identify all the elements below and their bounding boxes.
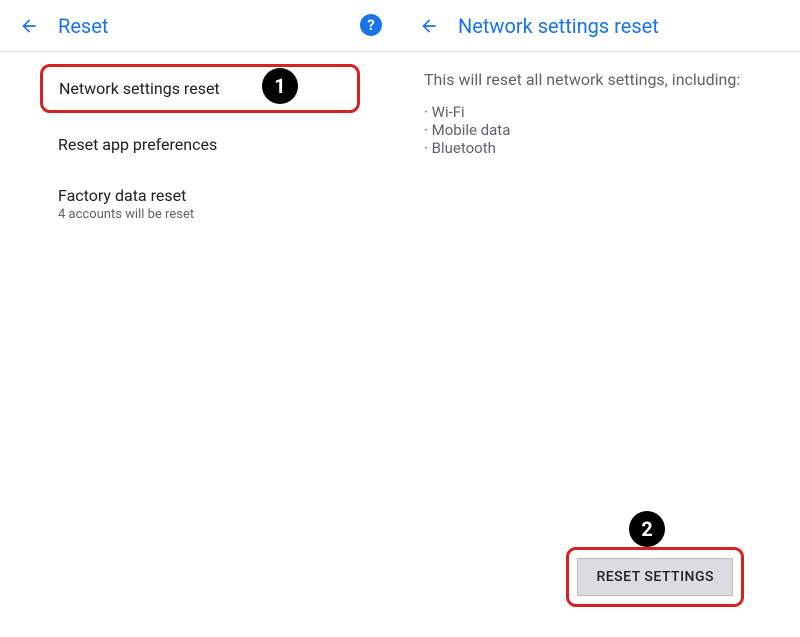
help-icon[interactable]: ? (360, 14, 382, 36)
page-title-left: Reset (58, 14, 108, 38)
page-title-right: Network settings reset (458, 14, 659, 38)
list-item-app-preferences[interactable]: Reset app preferences (0, 119, 400, 170)
right-header: Network settings reset (400, 0, 800, 52)
left-header: Reset ? (0, 0, 400, 52)
reset-button-highlight: RESET SETTINGS (566, 547, 744, 607)
intro-text: This will reset all network settings, in… (424, 70, 776, 89)
list-item-network-reset[interactable]: Network settings reset (40, 64, 360, 113)
reset-settings-button[interactable]: RESET SETTINGS (577, 558, 733, 596)
back-arrow-icon[interactable] (418, 15, 440, 37)
right-pane: Network settings reset This will reset a… (400, 0, 800, 637)
network-reset-description: This will reset all network settings, in… (400, 52, 800, 175)
bullet-list: Wi-Fi Mobile data Bluetooth (424, 103, 776, 157)
list-item-factory-reset[interactable]: Factory data reset 4 accounts will be re… (0, 170, 400, 238)
back-arrow-icon[interactable] (18, 15, 40, 37)
left-pane: Reset ? Network settings reset Reset app… (0, 0, 400, 637)
list-item-sublabel: 4 accounts will be reset (58, 207, 376, 222)
bullet-item: Bluetooth (424, 139, 776, 157)
reset-options-list: Network settings reset Reset app prefere… (0, 52, 400, 238)
annotation-badge-1: 1 (262, 68, 298, 104)
list-item-label: Network settings reset (59, 79, 341, 98)
bullet-item: Wi-Fi (424, 103, 776, 121)
list-item-label: Factory data reset (58, 186, 376, 205)
annotation-badge-2: 2 (629, 511, 665, 547)
bullet-item: Mobile data (424, 121, 776, 139)
list-item-label: Reset app preferences (58, 135, 376, 154)
